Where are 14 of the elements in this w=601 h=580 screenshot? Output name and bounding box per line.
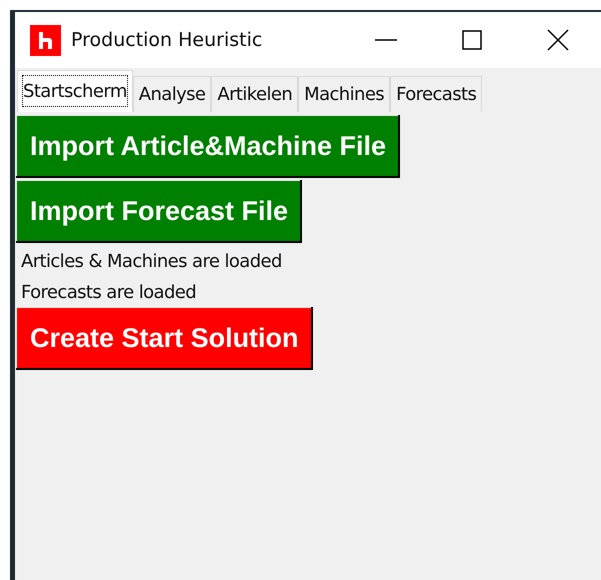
close-icon[interactable] — [547, 29, 569, 51]
status-text: Forecasts are loaded — [20, 281, 198, 305]
status-text: Articles & Machines are loaded — [20, 250, 283, 274]
app-logo-icon — [30, 24, 61, 56]
action-button[interactable]: Create Start Solution — [16, 307, 313, 370]
window-title: Production Heuristic — [71, 29, 262, 51]
tab[interactable]: Forecasts — [390, 76, 482, 112]
maximize-icon[interactable] — [462, 30, 482, 50]
action-button[interactable]: Import Forecast File — [16, 180, 302, 243]
tab[interactable]: Machines — [298, 76, 390, 112]
tab[interactable]: Artikelen — [211, 76, 298, 112]
tab[interactable]: Analyse — [132, 76, 212, 112]
action-button[interactable]: Import Article&Machine File — [16, 115, 400, 178]
tab[interactable]: Startscherm — [17, 70, 133, 112]
